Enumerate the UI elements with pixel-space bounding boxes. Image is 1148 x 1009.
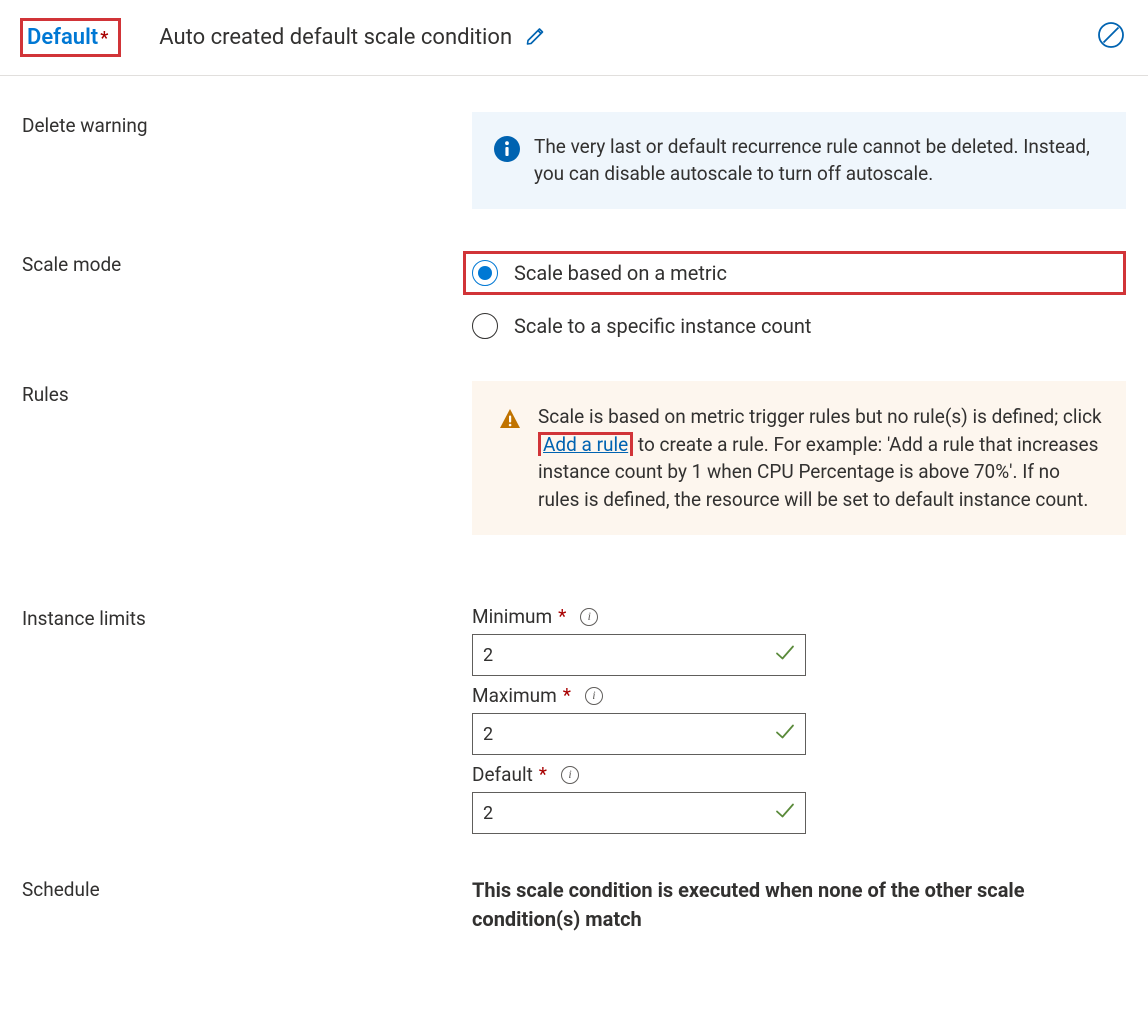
info-box: The very last or default recurrence rule…: [472, 112, 1126, 209]
limit-maximum-label-row: Maximum * i: [472, 684, 1126, 707]
label-instance-limits: Instance limits: [22, 605, 472, 630]
default-input[interactable]: [472, 792, 806, 834]
scale-mode-radio-group: Scale based on a metric Scale to a speci…: [472, 251, 1126, 339]
info-icon[interactable]: i: [585, 687, 603, 705]
info-text: The very last or default recurrence rule…: [534, 134, 1104, 187]
row-delete-warning: Delete warning The very last or default …: [22, 112, 1126, 209]
warning-icon: [498, 407, 522, 431]
content-rules: Scale is based on metric trigger rules b…: [472, 381, 1126, 535]
row-scale-mode: Scale mode Scale based on a metric Scale…: [22, 251, 1126, 339]
info-icon: [494, 136, 520, 162]
limit-default-input-wrap: [472, 792, 806, 834]
label-schedule: Schedule: [22, 876, 472, 901]
required-asterisk: *: [100, 28, 108, 49]
label-delete-warning: Delete warning: [22, 112, 472, 137]
warning-box: Scale is based on metric trigger rules b…: [472, 381, 1126, 535]
header-bar: Default * Auto created default scale con…: [0, 0, 1148, 76]
limits-group: Minimum * i Maximum * i: [472, 605, 1126, 834]
limit-maximum: Maximum * i: [472, 684, 1126, 755]
row-rules: Rules Scale is based on metric trigger r…: [22, 381, 1126, 535]
content-scale-mode: Scale based on a metric Scale to a speci…: [472, 251, 1126, 339]
limit-minimum-label: Minimum: [472, 605, 552, 628]
header-left: Default * Auto created default scale con…: [20, 18, 1096, 57]
label-rules: Rules: [22, 381, 472, 406]
edit-icon[interactable]: [524, 23, 548, 52]
limit-default: Default * i: [472, 763, 1126, 834]
minimum-input[interactable]: [472, 634, 806, 676]
schedule-note: This scale condition is executed when no…: [472, 876, 1126, 934]
row-schedule: Schedule This scale condition is execute…: [22, 876, 1126, 934]
condition-title: Auto created default scale condition: [159, 25, 512, 50]
required-asterisk: *: [558, 605, 566, 628]
maximum-input[interactable]: [472, 713, 806, 755]
default-label: Default: [27, 25, 98, 50]
limit-default-label: Default: [472, 763, 533, 786]
cancel-icon[interactable]: [1096, 20, 1126, 55]
radio-indicator: [472, 313, 498, 339]
radio-label: Scale to a specific instance count: [514, 314, 811, 338]
radio-scale-specific[interactable]: Scale to a specific instance count: [472, 313, 1126, 339]
label-scale-mode: Scale mode: [22, 251, 472, 276]
limit-default-label-row: Default * i: [472, 763, 1126, 786]
info-icon[interactable]: i: [580, 608, 598, 626]
required-asterisk: *: [563, 684, 571, 707]
radio-indicator: [472, 260, 498, 286]
content-instance-limits: Minimum * i Maximum * i: [472, 605, 1126, 834]
content-schedule: This scale condition is executed when no…: [472, 876, 1126, 934]
add-rule-highlight: Add a rule: [538, 432, 633, 456]
add-rule-link[interactable]: Add a rule: [543, 433, 628, 456]
radio-scale-metric[interactable]: Scale based on a metric: [472, 260, 727, 286]
radio-label: Scale based on a metric: [514, 261, 727, 285]
content-delete-warning: The very last or default recurrence rule…: [472, 112, 1126, 209]
limit-minimum: Minimum * i: [472, 605, 1126, 676]
info-icon[interactable]: i: [561, 766, 579, 784]
limit-maximum-input-wrap: [472, 713, 806, 755]
required-asterisk: *: [539, 763, 547, 786]
scale-condition-name[interactable]: Default *: [20, 18, 121, 57]
row-instance-limits: Instance limits Minimum * i Maximum: [22, 605, 1126, 834]
limit-maximum-label: Maximum: [472, 684, 557, 707]
warning-text: Scale is based on metric trigger rules b…: [538, 403, 1104, 513]
limit-minimum-label-row: Minimum * i: [472, 605, 1126, 628]
scale-mode-highlight: Scale based on a metric: [463, 251, 1126, 295]
limit-minimum-input-wrap: [472, 634, 806, 676]
warn-pre: Scale is based on metric trigger rules b…: [538, 405, 1102, 428]
form-body: Delete warning The very last or default …: [0, 76, 1148, 954]
